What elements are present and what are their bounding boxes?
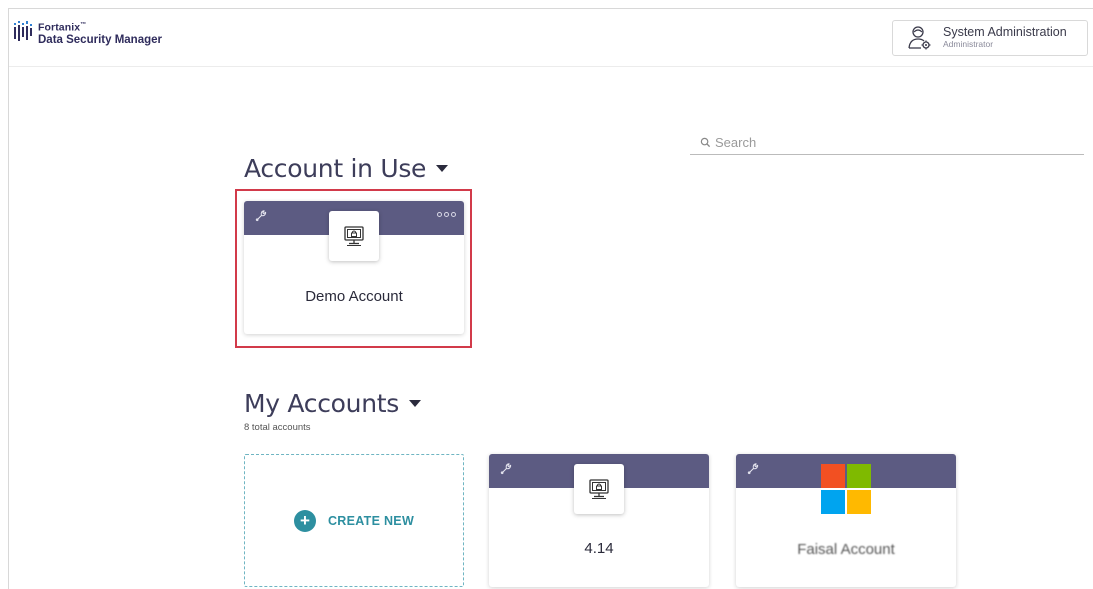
- computer-lock-icon: [589, 479, 609, 499]
- my-accounts-title: My Accounts: [244, 389, 399, 418]
- user-admin-icon: [908, 26, 931, 50]
- create-new-label: CREATE NEW: [327, 513, 415, 528]
- chevron-down-icon[interactable]: [436, 165, 449, 172]
- create-new-account-button[interactable]: + CREATE NEW: [244, 454, 464, 587]
- account-name: Faisal Account: [797, 541, 895, 558]
- account-card-4-14[interactable]: 4.14: [489, 454, 709, 587]
- account-in-use-heading: Account in Use: [244, 154, 449, 183]
- search-bar: [690, 131, 1084, 155]
- user-menu-button[interactable]: System Administration Administrator: [892, 20, 1088, 56]
- accounts-count: 8 total accounts: [244, 422, 311, 433]
- account-name: Demo Account: [305, 288, 403, 305]
- wrench-icon[interactable]: [254, 209, 267, 222]
- account-icon-tile: [574, 464, 624, 514]
- fortanix-logo-icon: [14, 21, 32, 42]
- plus-icon: +: [293, 509, 316, 532]
- search-input[interactable]: [715, 135, 1075, 150]
- computer-lock-icon: [344, 226, 364, 246]
- more-options-icon[interactable]: [437, 212, 456, 217]
- my-accounts-heading: My Accounts: [244, 389, 421, 418]
- account-icon-tile: [329, 211, 379, 261]
- user-name: System Administration: [943, 25, 1067, 39]
- app-frame: Fortanix™ Data Security Manager System A…: [8, 8, 1093, 589]
- account-name: 4.14: [584, 540, 614, 557]
- user-role: Administrator: [943, 39, 994, 49]
- account-card-faisal[interactable]: Faisal Account: [736, 454, 956, 587]
- wrench-icon[interactable]: [499, 462, 512, 475]
- trademark-mark: ™: [80, 22, 87, 28]
- top-header: Fortanix™ Data Security Manager System A…: [9, 9, 1093, 67]
- account-card-demo[interactable]: Demo Account: [244, 201, 464, 334]
- wrench-icon[interactable]: [746, 462, 759, 475]
- account-in-use-title: Account in Use: [244, 154, 427, 183]
- chevron-down-icon[interactable]: [408, 400, 421, 407]
- fortanix-logo[interactable]: Fortanix™ Data Security Manager: [13, 19, 162, 46]
- search-icon: [700, 137, 711, 148]
- product-name: Data Security Manager: [38, 33, 162, 46]
- microsoft-logo-icon: [821, 464, 871, 514]
- brand-name: Fortanix™: [38, 21, 87, 34]
